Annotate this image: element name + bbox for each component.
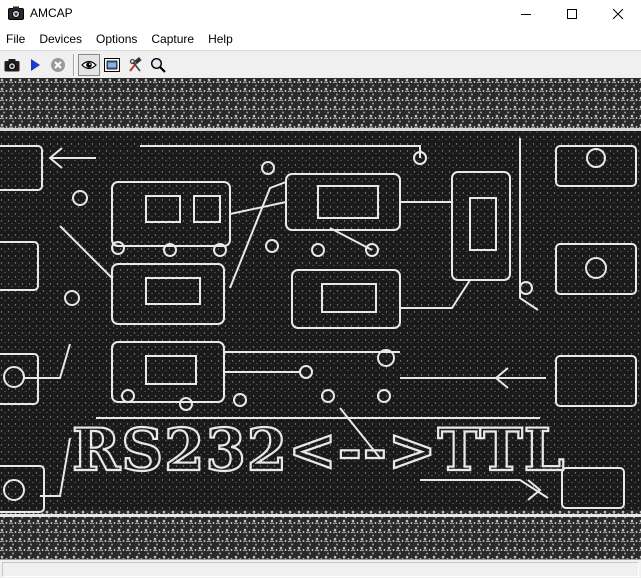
pcb-board-image: RS232<-->TTL	[0, 78, 641, 559]
status-bar	[0, 559, 641, 578]
menu-options[interactable]: Options	[89, 29, 144, 49]
properties-button[interactable]	[124, 54, 146, 76]
status-text	[2, 562, 639, 577]
menu-bar: File Devices Options Capture Help	[0, 28, 641, 50]
zoom-button[interactable]	[147, 54, 169, 76]
title-bar: AMCAP	[0, 0, 641, 28]
menu-devices[interactable]: Devices	[32, 29, 89, 49]
minimize-icon	[521, 14, 531, 15]
minimize-button[interactable]	[503, 0, 549, 28]
stop-icon	[51, 57, 65, 72]
camera-icon	[4, 58, 20, 71]
toolbar	[0, 50, 641, 78]
menu-capture[interactable]: Capture	[144, 29, 201, 49]
stop-capture-button[interactable]	[47, 54, 69, 76]
toolbar-separator	[73, 53, 75, 76]
maximize-icon	[567, 9, 577, 19]
preview-eye-icon	[81, 60, 97, 69]
camera-app-icon	[8, 6, 24, 20]
video-preview: RS232<-->TTL	[0, 78, 641, 559]
close-button[interactable]	[595, 0, 641, 28]
window-title: AMCAP	[30, 6, 73, 20]
close-icon	[613, 9, 623, 19]
video-frame-button[interactable]	[101, 54, 123, 76]
menu-file[interactable]: File	[0, 29, 32, 49]
snapshot-button[interactable]	[1, 54, 23, 76]
magnifier-icon	[150, 57, 166, 73]
start-capture-button[interactable]	[24, 54, 46, 76]
preview-button[interactable]	[78, 53, 100, 76]
film-frame-icon	[104, 57, 120, 72]
play-icon	[31, 58, 40, 71]
board-silkscreen-text: RS232<-->TTL	[72, 416, 566, 484]
maximize-button[interactable]	[549, 0, 595, 28]
menu-help[interactable]: Help	[201, 29, 240, 49]
tools-icon	[129, 56, 142, 72]
